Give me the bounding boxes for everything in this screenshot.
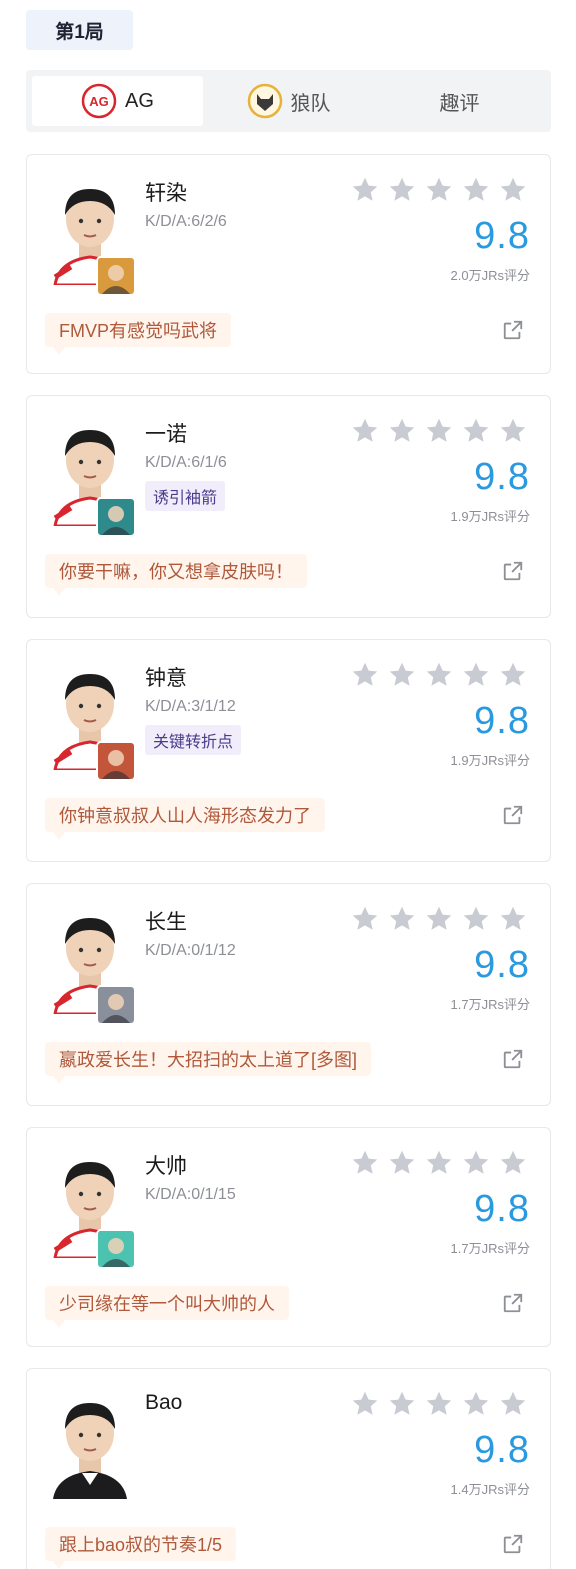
star-icon[interactable] — [498, 660, 528, 690]
highlight-tag: 关键转折点 — [145, 725, 242, 755]
star-icon[interactable] — [350, 660, 380, 690]
hero-icon — [96, 985, 136, 1025]
player-name: 钟意 — [145, 667, 187, 690]
star-icon[interactable] — [387, 1148, 417, 1178]
star-icon[interactable] — [424, 1148, 454, 1178]
kda-stats: K/D/A:3/1/12 — [145, 698, 236, 715]
rating-stars[interactable] — [350, 660, 528, 690]
kda-stats: K/D/A:0/1/12 — [145, 942, 236, 959]
top-comment[interactable]: 你要干嘛，你又想拿皮肤吗！ — [45, 554, 307, 596]
tab-ag[interactable]: AG AG — [32, 76, 203, 126]
wolves-logo-icon — [247, 83, 282, 119]
highlight-tag: 诱引袖箭 — [145, 481, 226, 511]
player-card[interactable]: 轩染 K/D/A:6/2/6 9.8 2.0万JRs评分 FMVP有感觉吗武将 — [26, 154, 551, 374]
kda-stats: K/D/A:6/2/6 — [145, 213, 227, 230]
player-card[interactable]: 长生 K/D/A:0/1/12 9.8 1.7万JRs评分嬴政爱长生！大招扫的太上道了… — [26, 883, 551, 1106]
star-icon[interactable] — [461, 175, 491, 205]
star-icon[interactable] — [350, 416, 380, 446]
player-card[interactable]: Bao 9.8 1.4万JRs评分跟上bao叔的节奏1/5 — [26, 1368, 551, 1569]
rating-count: 1.9万JRs评分 — [450, 753, 530, 768]
rating-count: 1.7万JRs评分 — [450, 1241, 530, 1256]
kda-stats: K/D/A:0/1/15 — [145, 1186, 236, 1203]
star-icon[interactable] — [498, 1148, 528, 1178]
tab-wolves[interactable]: 狼队 — [203, 76, 374, 126]
rating-count: 1.4万JRs评分 — [450, 1482, 530, 1497]
tab-label: AG — [125, 89, 154, 112]
share-icon[interactable] — [502, 804, 524, 826]
star-icon[interactable] — [461, 1389, 491, 1419]
star-icon[interactable] — [387, 175, 417, 205]
rating-stars[interactable] — [350, 904, 528, 934]
player-card[interactable]: 钟意 K/D/A:3/1/12 关键转折点 9.8 1.9万JRs评分你钟意叔叔人山人海… — [26, 639, 551, 862]
star-icon[interactable] — [461, 660, 491, 690]
star-icon[interactable] — [498, 1389, 528, 1419]
star-icon[interactable] — [350, 1148, 380, 1178]
rating-score: 9.8 — [474, 1429, 530, 1471]
star-icon[interactable] — [387, 1389, 417, 1419]
player-rating-list: 轩染 K/D/A:6/2/6 9.8 2.0万JRs评分 FMVP有感觉吗武将一诺 K/D… — [26, 154, 551, 1569]
share-icon[interactable] — [502, 1292, 524, 1314]
tab-label: 趣评 — [439, 92, 480, 115]
star-icon[interactable] — [498, 175, 528, 205]
top-comment[interactable]: 少司缘在等一个叫大帅的人 — [45, 1286, 289, 1328]
rating-count: 1.7万JRs评分 — [450, 997, 530, 1012]
rating-score: 9.8 — [474, 1188, 530, 1230]
player-card[interactable]: 一诺 K/D/A:6/1/6 诱引袖箭 9.8 1.9万JRs评分你要干嘛，你又想拿皮肤… — [26, 395, 551, 618]
star-icon[interactable] — [424, 175, 454, 205]
hero-icon — [96, 741, 136, 781]
player-name: 长生 — [145, 911, 187, 934]
kda-stats: K/D/A:6/1/6 — [145, 454, 227, 471]
star-icon[interactable] — [498, 416, 528, 446]
rating-count: 1.9万JRs评分 — [450, 509, 530, 524]
share-icon[interactable] — [502, 1048, 524, 1070]
star-icon[interactable] — [461, 904, 491, 934]
star-icon[interactable] — [350, 1389, 380, 1419]
player-name: Bao — [145, 1391, 183, 1414]
rating-count: 2.0万JRs评分 — [450, 268, 530, 283]
tab-label: 狼队 — [290, 92, 331, 115]
ag-logo-icon: AG — [81, 83, 117, 119]
tab-fun-review[interactable]: 趣评 — [374, 76, 545, 126]
star-icon[interactable] — [424, 416, 454, 446]
rating-stars[interactable] — [350, 175, 528, 205]
star-icon[interactable] — [387, 660, 417, 690]
rating-score: 9.8 — [474, 456, 530, 498]
rating-score: 9.8 — [474, 944, 530, 986]
star-icon[interactable] — [461, 416, 491, 446]
rating-stars[interactable] — [350, 1148, 528, 1178]
top-comment[interactable]: 你钟意叔叔人山人海形态发力了 — [45, 798, 325, 840]
hero-icon — [96, 497, 136, 537]
star-icon[interactable] — [387, 904, 417, 934]
team-tabs: AG AG 狼队 趣评 — [26, 70, 551, 132]
star-icon[interactable] — [461, 1148, 491, 1178]
star-icon[interactable] — [350, 904, 380, 934]
player-card[interactable]: 大帅 K/D/A:0/1/15 9.8 1.7万JRs评分少司缘在等一个叫大帅的人 — [26, 1127, 551, 1347]
top-comment[interactable]: FMVP有感觉吗武将 — [45, 313, 232, 355]
rating-stars[interactable] — [350, 416, 528, 446]
star-icon[interactable] — [424, 1389, 454, 1419]
hero-icon — [96, 256, 136, 296]
top-comment[interactable]: 嬴政爱长生！大招扫的太上道了[多图] — [45, 1042, 372, 1084]
hero-icon — [96, 1229, 136, 1269]
star-icon[interactable] — [424, 660, 454, 690]
rating-score: 9.8 — [474, 700, 530, 742]
rating-score: 9.8 — [474, 215, 530, 257]
svg-text:AG: AG — [89, 94, 109, 109]
share-icon[interactable] — [502, 560, 524, 582]
top-comment[interactable]: 跟上bao叔的节奏1/5 — [45, 1527, 237, 1569]
star-icon[interactable] — [424, 904, 454, 934]
player-name: 一诺 — [145, 423, 187, 446]
player-avatar — [45, 1389, 135, 1499]
share-icon[interactable] — [502, 319, 524, 341]
star-icon[interactable] — [498, 904, 528, 934]
player-name: 轩染 — [145, 182, 187, 205]
share-icon[interactable] — [502, 1533, 524, 1555]
round-tab[interactable]: 第1局 — [26, 10, 133, 50]
player-name: 大帅 — [145, 1155, 187, 1178]
star-icon[interactable] — [387, 416, 417, 446]
rating-stars[interactable] — [350, 1389, 528, 1419]
star-icon[interactable] — [350, 175, 380, 205]
